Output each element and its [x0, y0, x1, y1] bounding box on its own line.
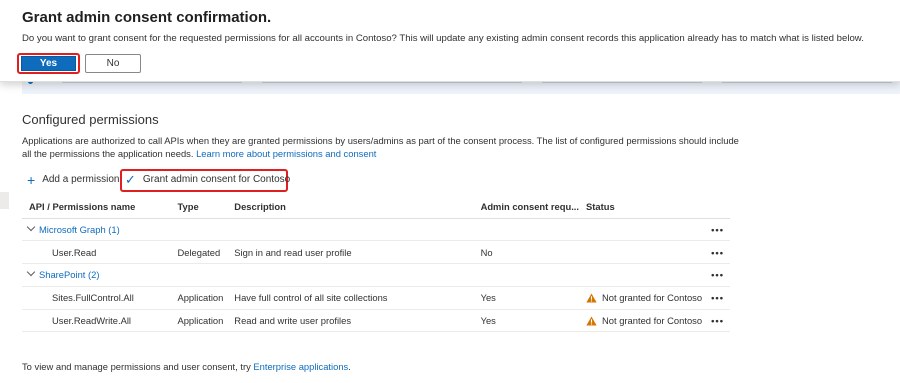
description-text: Applications are authorized to call APIs…: [22, 135, 739, 159]
status-text: Not granted for Contoso: [602, 315, 703, 327]
left-edge-tab: [0, 192, 9, 209]
warning-icon: [586, 293, 597, 303]
permission-name-link[interactable]: User.Read: [22, 240, 171, 265]
section-description: Applications are authorized to call APIs…: [22, 134, 742, 160]
column-header[interactable]: API / Permissions name: [22, 196, 171, 219]
status-text: Not granted for Contoso: [602, 292, 703, 304]
group-row-microsoft-graph[interactable]: Microsoft Graph (1) •••: [22, 218, 730, 242]
grant-consent-label: Grant admin consent for Contoso: [142, 174, 291, 185]
learn-more-link[interactable]: Learn more about permissions and consent: [196, 148, 376, 159]
footer-message: To view and manage permissions and user …: [22, 361, 251, 372]
permission-name-link[interactable]: Sites.FullControl.All: [22, 286, 171, 310]
status-cell: Not granted for Contoso: [579, 286, 703, 310]
plus-icon: +: [27, 171, 36, 188]
enterprise-applications-link[interactable]: Enterprise applications: [253, 361, 348, 372]
permission-description: Read and write user profiles: [227, 309, 474, 333]
column-header[interactable]: Status: [579, 196, 703, 219]
permission-type: Delegated: [170, 240, 228, 265]
more-icon[interactable]: •••: [702, 240, 730, 265]
group-name[interactable]: Microsoft Graph (1): [39, 224, 120, 235]
footer-suffix: .: [348, 361, 351, 372]
chevron-down-icon[interactable]: [26, 268, 36, 277]
group-name[interactable]: SharePoint (2): [39, 269, 99, 280]
dialog-message: Do you want to grant consent for the req…: [22, 33, 864, 44]
more-icon[interactable]: •••: [702, 263, 730, 287]
yes-button[interactable]: Yes: [21, 56, 76, 71]
table-row: User.ReadWrite.All Application Read and …: [22, 309, 730, 333]
status-cell: [579, 240, 703, 265]
permission-type: Application: [170, 309, 228, 333]
column-header[interactable]: Admin consent requ...: [473, 196, 580, 219]
warning-icon: [586, 316, 597, 326]
consent-dialog: Grant admin consent confirmation. Do you…: [0, 0, 900, 82]
admin-consent-required: Yes: [473, 309, 580, 333]
section-title: Configured permissions: [22, 112, 159, 127]
footer-text: To view and manage permissions and user …: [22, 361, 351, 372]
permission-description: Have full control of all site collection…: [227, 286, 474, 310]
dialog-title: Grant admin consent confirmation.: [22, 9, 272, 26]
permission-description: Sign in and read user profile: [227, 240, 474, 265]
no-button[interactable]: No: [85, 54, 141, 73]
table-row: Sites.FullControl.All Application Have f…: [22, 286, 730, 310]
more-icon[interactable]: •••: [702, 218, 730, 242]
add-permission-label: Add a permission: [42, 174, 120, 185]
table-row: User.Read Delegated Sign in and read use…: [22, 240, 730, 265]
more-icon[interactable]: •••: [702, 286, 730, 310]
grant-consent-button[interactable]: ✓ Grant admin consent for Contoso: [125, 171, 291, 187]
admin-consent-required: No: [473, 240, 580, 265]
permissions-table: API / Permissions name Type Description …: [22, 196, 730, 333]
more-icon[interactable]: •••: [702, 309, 730, 333]
add-permission-button[interactable]: + Add a permission: [27, 171, 120, 188]
permission-name-link[interactable]: User.ReadWrite.All: [22, 309, 171, 333]
admin-consent-required: Yes: [473, 286, 580, 310]
status-cell: Not granted for Contoso: [579, 309, 703, 333]
checkmark-icon: ✓: [125, 171, 136, 187]
column-header[interactable]: Description: [227, 196, 474, 219]
chevron-down-icon[interactable]: [26, 222, 36, 232]
column-header[interactable]: Type: [170, 196, 228, 219]
table-header-row: API / Permissions name Type Description …: [22, 196, 730, 219]
group-row-sharepoint[interactable]: SharePoint (2) •••: [22, 263, 730, 287]
permission-type: Application: [170, 286, 228, 310]
